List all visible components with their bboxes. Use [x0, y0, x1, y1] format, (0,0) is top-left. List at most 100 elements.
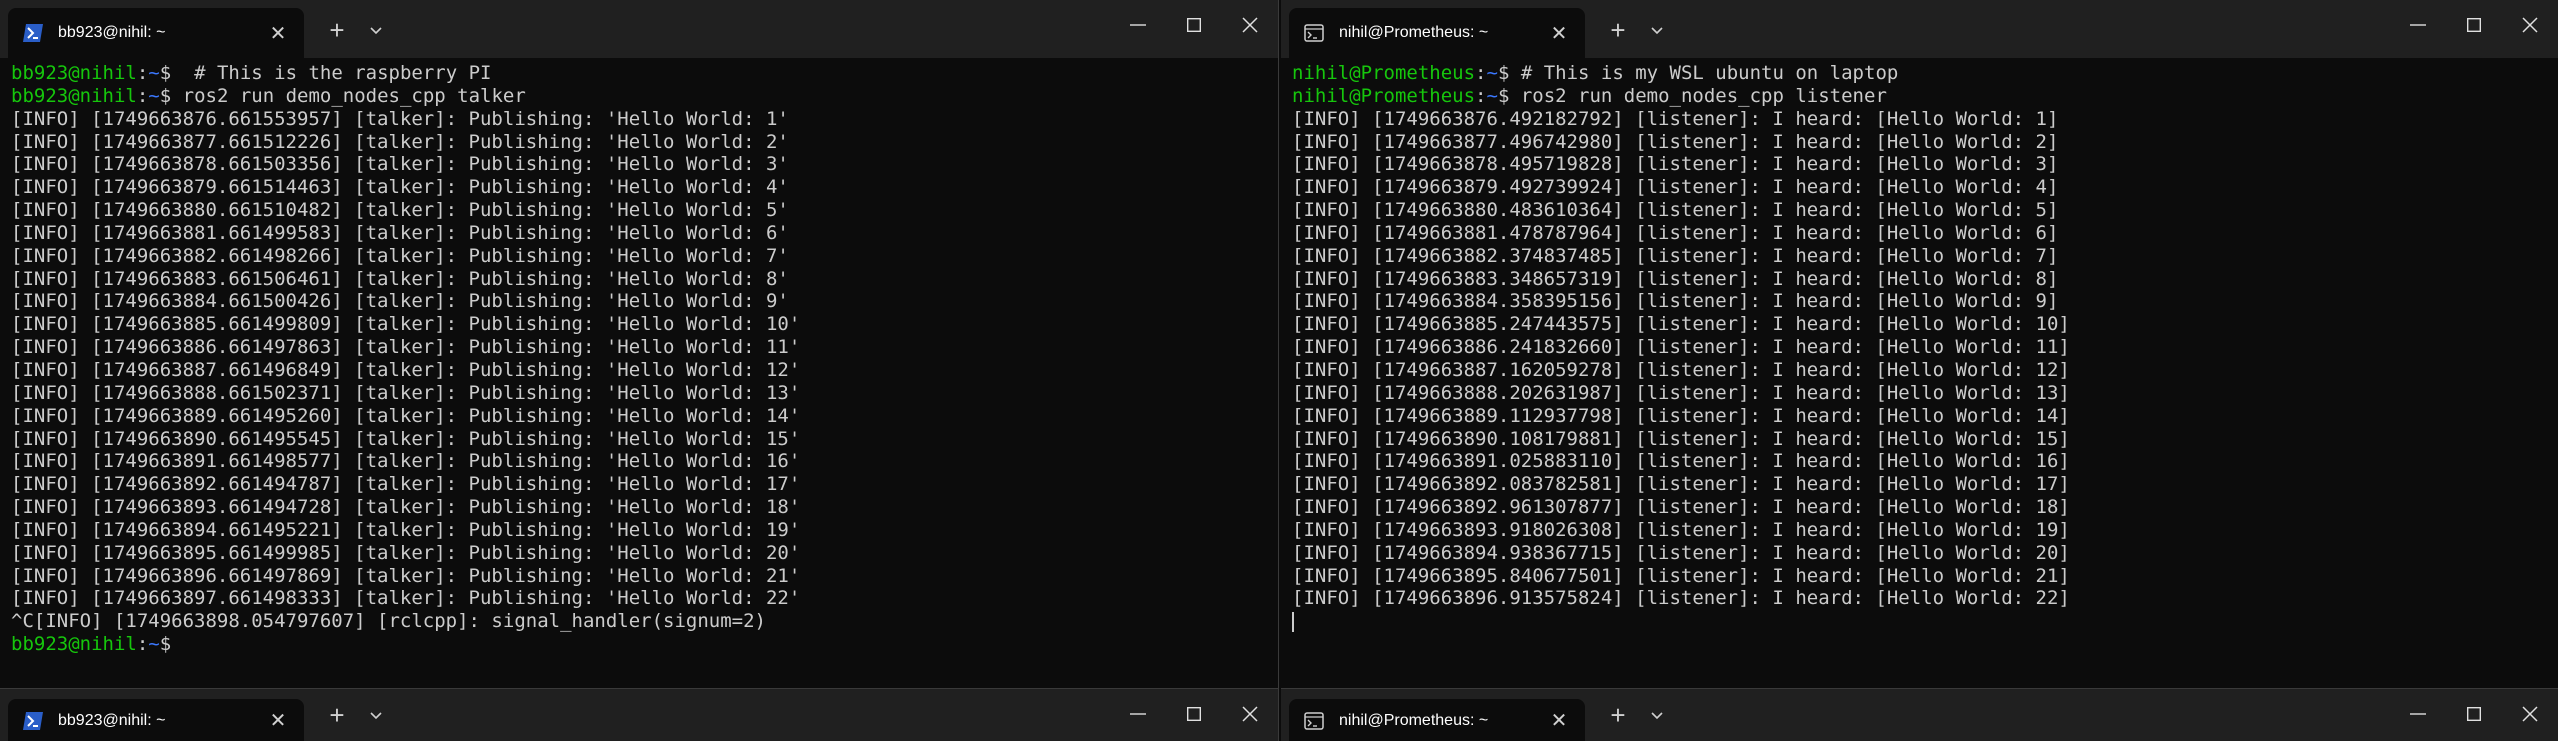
output-text: [INFO] [1749663878.495719828] [listener]…	[1292, 153, 2059, 176]
close-tab-icon[interactable]: ✕	[1547, 708, 1571, 733]
prompt-symbol: $	[1497, 84, 1510, 107]
output-text: [INFO] [1749663876.492182792] [listener]…	[1292, 107, 2059, 130]
output-line: [INFO] [1749663886.661497863] [talker]: …	[11, 336, 1278, 359]
text-cursor	[1292, 611, 1294, 632]
prompt-separator: :	[136, 84, 149, 107]
prompt-path: ~	[148, 84, 160, 107]
output-line: [INFO] [1749663893.661494728] [talker]: …	[11, 496, 1278, 519]
output-text: [INFO] [1749663894.938367715] [listener]…	[1292, 541, 2070, 564]
close-window-button[interactable]	[1222, 689, 1278, 739]
close-tab-icon[interactable]: ✕	[1547, 21, 1571, 46]
output-line: [INFO] [1749663890.661495545] [talker]: …	[11, 428, 1278, 451]
output-text: [INFO] [1749663891.025883110] [listener]…	[1292, 450, 2070, 473]
output-line: [INFO] [1749663876.661553957] [talker]: …	[11, 108, 1278, 131]
prompt-line: nihil@Prometheus:~$ # This is my WSL ubu…	[1292, 62, 2558, 85]
close-tab-icon[interactable]: ✕	[266, 708, 290, 733]
output-line: [INFO] [1749663887.162059278] [listener]…	[1292, 359, 2558, 382]
chevron-down-icon[interactable]	[1643, 701, 1671, 731]
output-text: [INFO] [1749663886.241832660] [listener]…	[1292, 336, 2070, 359]
prompt-path: ~	[148, 633, 160, 656]
minimize-button[interactable]	[2390, 689, 2446, 739]
prompt-path: ~	[1486, 62, 1498, 84]
maximize-button[interactable]	[1166, 0, 1222, 50]
prompt-separator: :	[136, 62, 149, 84]
output-line: [INFO] [1749663891.661498577] [talker]: …	[11, 450, 1278, 473]
title-bar: nihil@Prometheus: ~ ✕ +	[1281, 689, 2558, 741]
new-tab-button[interactable]: +	[322, 701, 352, 731]
new-tab-button[interactable]: +	[1603, 16, 1633, 46]
prompt-user: bb923@nihil	[11, 633, 137, 656]
output-line: ^C[INFO] [1749663898.054797607] [rclcpp]…	[11, 610, 1278, 633]
output-line: [INFO] [1749663883.348657319] [listener]…	[1292, 268, 2558, 291]
prompt-user: nihil@Prometheus	[1292, 62, 1476, 84]
output-line: [INFO] [1749663878.661503356] [talker]: …	[11, 153, 1278, 176]
tab-nihil-prometheus[interactable]: nihil@Prometheus: ~ ✕	[1289, 699, 1585, 741]
output-line: [INFO] [1749663890.108179881] [listener]…	[1292, 428, 2558, 451]
output-line: [INFO] [1749663880.661510482] [talker]: …	[11, 199, 1278, 222]
cursor-line	[1292, 610, 2558, 633]
maximize-button[interactable]	[2446, 689, 2502, 739]
output-line: [INFO] [1749663876.492182792] [listener]…	[1292, 108, 2558, 131]
output-line: [INFO] [1749663886.241832660] [listener]…	[1292, 336, 2558, 359]
output-text: [INFO] [1749663885.247443575] [listener]…	[1292, 313, 2070, 336]
tab-nihil-prometheus[interactable]: nihil@Prometheus: ~ ✕	[1289, 8, 1585, 58]
output-text: [INFO] [1749663897.661498333] [talker]: …	[11, 587, 801, 610]
close-tab-icon[interactable]: ✕	[266, 21, 290, 46]
output-line: [INFO] [1749663885.247443575] [listener]…	[1292, 313, 2558, 336]
output-line: [INFO] [1749663881.661499583] [talker]: …	[11, 222, 1278, 245]
output-text: [INFO] [1749663892.961307877] [listener]…	[1292, 496, 2070, 519]
output-text: [INFO] [1749663888.202631987] [listener]…	[1292, 381, 2070, 404]
output-text: [INFO] [1749663887.661496849] [talker]: …	[11, 358, 801, 381]
output-line: [INFO] [1749663897.661498333] [talker]: …	[11, 587, 1278, 610]
output-text: [INFO] [1749663883.661506461] [talker]: …	[11, 267, 789, 290]
powershell-icon	[22, 22, 44, 44]
output-line: [INFO] [1749663880.483610364] [listener]…	[1292, 199, 2558, 222]
output-text: [INFO] [1749663896.913575824] [listener]…	[1292, 587, 2070, 610]
maximize-button[interactable]	[2446, 0, 2502, 50]
output-text: [INFO] [1749663890.661495545] [talker]: …	[11, 427, 801, 450]
chevron-down-icon[interactable]	[362, 701, 390, 731]
new-tab-button[interactable]: +	[322, 16, 352, 46]
chevron-down-icon[interactable]	[362, 16, 390, 46]
output-line: [INFO] [1749663883.661506461] [talker]: …	[11, 268, 1278, 291]
terminal-output[interactable]: nihil@Prometheus:~$ # This is my WSL ubu…	[1292, 62, 2558, 633]
output-line: [INFO] [1749663884.661500426] [talker]: …	[11, 290, 1278, 313]
minimize-button[interactable]	[1110, 0, 1166, 50]
command-text: ros2 run demo_nodes_cpp talker	[171, 84, 526, 107]
close-window-button[interactable]	[2502, 689, 2558, 739]
prompt-line: bb923@nihil:~$ ros2 run demo_nodes_cpp t…	[11, 85, 1278, 108]
output-line: [INFO] [1749663879.492739924] [listener]…	[1292, 176, 2558, 199]
prompt-separator: :	[136, 633, 149, 656]
output-text: [INFO] [1749663890.108179881] [listener]…	[1292, 427, 2070, 450]
minimize-button[interactable]	[1110, 689, 1166, 739]
output-line: [INFO] [1749663892.661494787] [talker]: …	[11, 473, 1278, 496]
close-window-button[interactable]	[2502, 0, 2558, 50]
maximize-button[interactable]	[1166, 689, 1222, 739]
output-line: [INFO] [1749663892.083782581] [listener]…	[1292, 473, 2558, 496]
output-line: [INFO] [1749663895.840677501] [listener]…	[1292, 565, 2558, 588]
tab-bb923-nihil[interactable]: bb923@nihil: ~ ✕	[8, 699, 304, 741]
tab-bb923-nihil[interactable]: bb923@nihil: ~ ✕	[8, 8, 304, 58]
prompt-path: ~	[1486, 84, 1498, 107]
output-line: [INFO] [1749663891.025883110] [listener]…	[1292, 450, 2558, 473]
powershell-icon	[22, 710, 44, 732]
close-window-button[interactable]	[1222, 0, 1278, 50]
output-text: [INFO] [1749663892.661494787] [talker]: …	[11, 473, 801, 496]
output-text: [INFO] [1749663884.358395156] [listener]…	[1292, 290, 2059, 313]
output-text: [INFO] [1749663880.661510482] [talker]: …	[11, 199, 789, 222]
terminal-window-wsl: nihil@Prometheus: ~ ✕ + nihil@Prometheus…	[1281, 0, 2558, 688]
new-tab-button[interactable]: +	[1603, 701, 1633, 731]
terminal-app-icon	[1303, 710, 1325, 732]
output-line: [INFO] [1749663892.961307877] [listener]…	[1292, 496, 2558, 519]
terminal-output[interactable]: bb923@nihil:~$ # This is the raspberry P…	[11, 62, 1278, 656]
output-line: [INFO] [1749663889.112937798] [listener]…	[1292, 405, 2558, 428]
output-text: [INFO] [1749663886.661497863] [talker]: …	[11, 336, 801, 359]
output-line: [INFO] [1749663881.478787964] [listener]…	[1292, 222, 2558, 245]
output-text: [INFO] [1749663893.918026308] [listener]…	[1292, 518, 2070, 541]
prompt-line: nihil@Prometheus:~$ ros2 run demo_nodes_…	[1292, 85, 2558, 108]
minimize-button[interactable]	[2390, 0, 2446, 50]
prompt-user: bb923@nihil	[11, 84, 137, 107]
output-line: [INFO] [1749663877.661512226] [talker]: …	[11, 131, 1278, 154]
tab-title: nihil@Prometheus: ~	[1339, 24, 1489, 41]
chevron-down-icon[interactable]	[1643, 16, 1671, 46]
